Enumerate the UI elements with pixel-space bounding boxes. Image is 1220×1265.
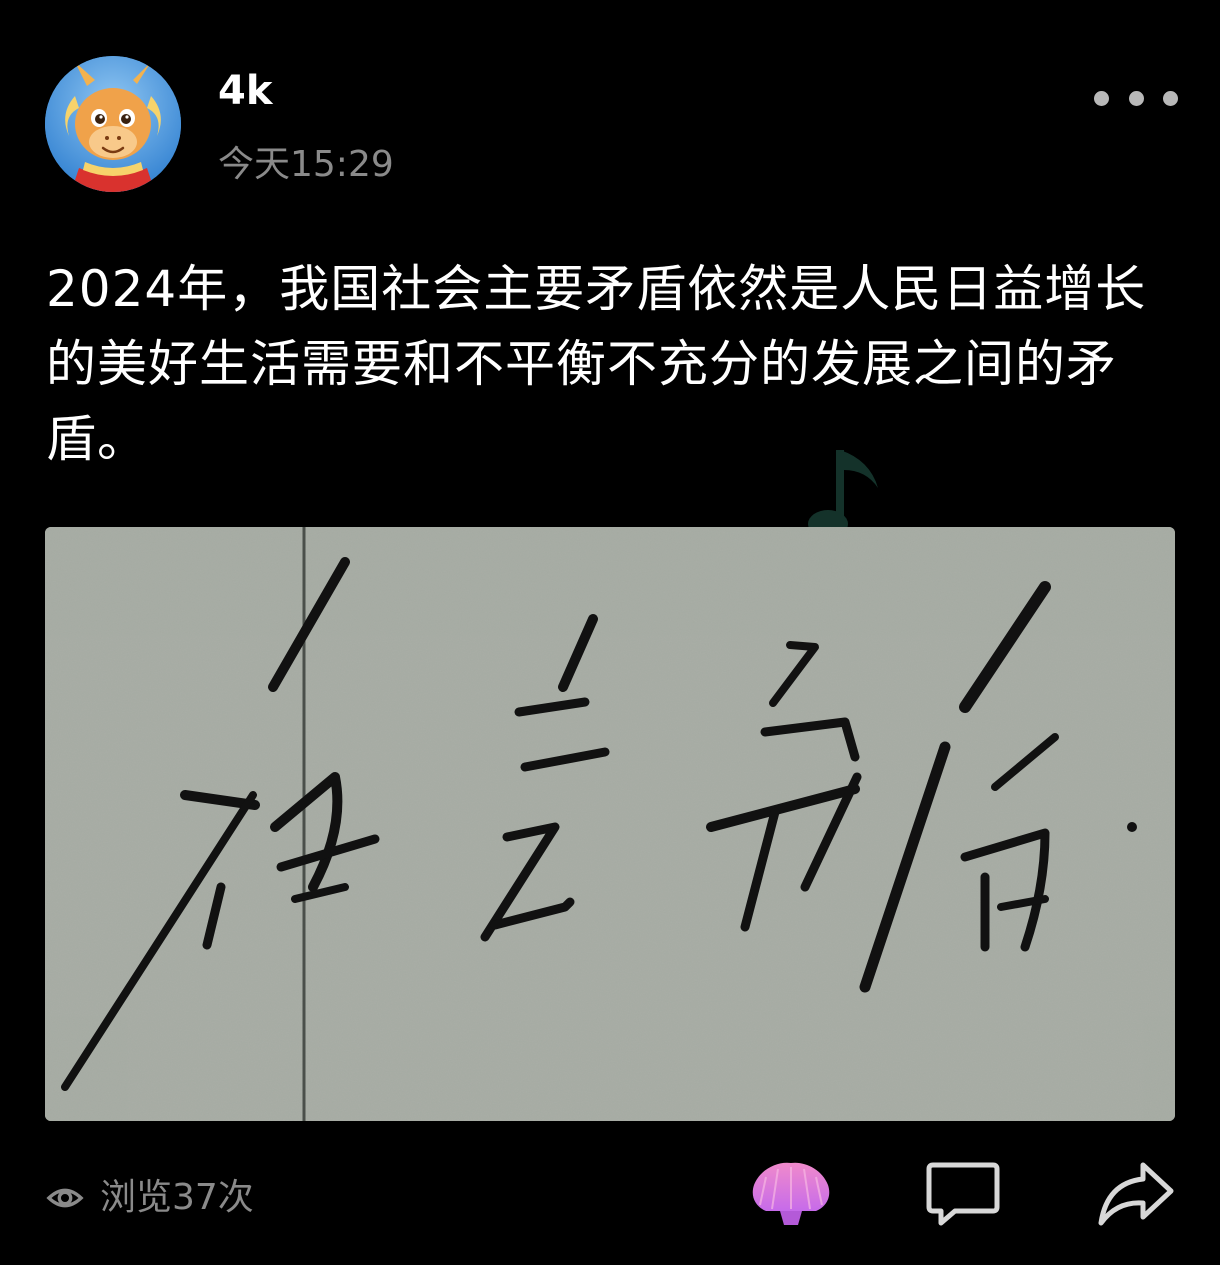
post-card: 4k 今天15:29 2024年，我国社会主要矛盾依然是人民日益增长的美好生活需… [0,0,1220,1265]
more-dots-icon [1128,90,1144,106]
more-button[interactable] [1094,78,1178,118]
post-timestamp: 今天15:29 [218,144,394,185]
eye-icon [46,1188,84,1208]
share-arrow-icon [1098,1162,1174,1226]
more-dots-icon [1163,90,1178,106]
avatar[interactable] [45,56,181,192]
dragon-avatar-icon [45,56,181,192]
author-name[interactable]: 4k [218,66,272,116]
more-dots-icon [1094,90,1109,106]
share-button[interactable] [1092,1155,1178,1233]
post-image[interactable] [45,527,1175,1121]
comment-button[interactable] [920,1155,1006,1233]
like-button[interactable] [748,1155,834,1233]
post-text: 2024年，我国社会主要矛盾依然是人民日益增长的美好生活需要和不平衡不充分的发展… [46,260,1147,468]
views-label: 浏览37次 [100,1177,254,1218]
comment-bubble-icon [926,1162,1000,1226]
shell-like-icon [752,1162,830,1225]
calligraphy-image [45,527,1175,1121]
views-counter: 浏览37次 [46,1172,254,1224]
